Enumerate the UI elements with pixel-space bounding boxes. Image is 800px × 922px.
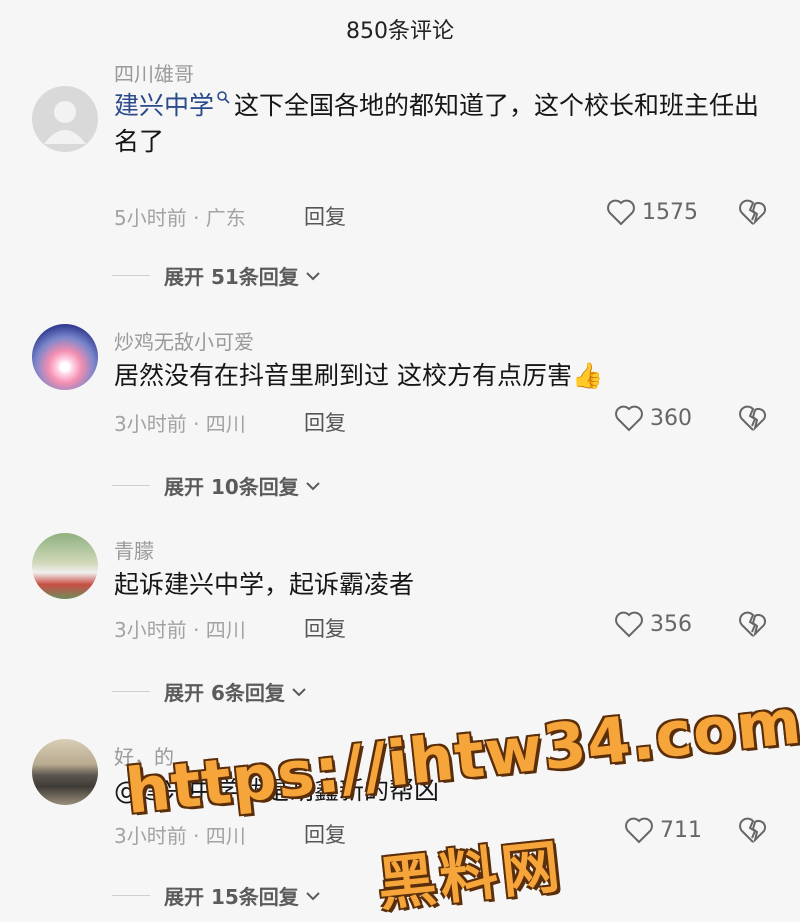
like-count: 360 — [650, 405, 692, 431]
avatar[interactable] — [32, 86, 98, 152]
dislike-button[interactable] — [738, 404, 768, 436]
reply-button[interactable]: 回复 — [304, 407, 346, 437]
like-button[interactable]: 360 — [614, 404, 692, 432]
comment-text: @建兴中学就是胡鑫新的帮凶 — [114, 776, 440, 805]
avatar[interactable] — [32, 533, 98, 599]
avatar[interactable] — [32, 324, 98, 390]
reply-button[interactable]: 回复 — [304, 819, 346, 849]
expand-replies-button[interactable]: 展开 10条回复 — [112, 471, 321, 500]
comment-text: 居然没有在抖音里刷到过 这校方有点厉害👍 — [114, 361, 604, 390]
reply-button[interactable]: 回复 — [304, 201, 346, 231]
default-avatar-icon — [44, 101, 86, 144]
expand-label: 展开 6条回复 — [164, 681, 285, 705]
comment-time-location: 5小时前 · 广东 — [114, 206, 246, 230]
divider-line — [112, 691, 150, 692]
avatar[interactable] — [32, 739, 98, 805]
divider-line — [112, 275, 150, 276]
heart-icon — [615, 611, 643, 638]
broken-heart-icon — [739, 817, 767, 844]
like-count: 711 — [660, 817, 702, 843]
like-button[interactable]: 356 — [614, 610, 692, 638]
expand-label: 展开 15条回复 — [164, 885, 299, 909]
search-icon — [217, 91, 230, 104]
dislike-button[interactable] — [738, 610, 768, 642]
comment-item: 好，的 @建兴中学就是胡鑫新的帮凶 3小时前 · 四川 回复 711 展开 15… — [0, 711, 800, 920]
username[interactable]: 炒鸡无敌小可爱 — [114, 326, 254, 355]
comment-item: 炒鸡无敌小可爱 居然没有在抖音里刷到过 这校方有点厉害👍 3小时前 · 四川 回… — [0, 296, 800, 504]
dislike-button[interactable] — [738, 198, 768, 230]
expand-replies-button[interactable]: 展开 6条回复 — [112, 677, 307, 706]
broken-heart-icon — [739, 199, 767, 226]
comment-count-title: 850条评论 — [346, 19, 454, 44]
heart-icon — [625, 817, 653, 844]
comment-text: 起诉建兴中学，起诉霸凌者 — [114, 570, 415, 599]
expand-replies-button[interactable]: 展开 15条回复 — [112, 881, 321, 910]
dislike-button[interactable] — [738, 816, 768, 848]
heart-icon — [615, 405, 643, 432]
expand-label: 展开 10条回复 — [164, 475, 299, 499]
chevron-down-icon — [306, 271, 320, 280]
divider-line — [112, 485, 150, 486]
username[interactable]: 好，的 — [114, 741, 174, 770]
broken-heart-icon — [739, 611, 767, 638]
like-count: 356 — [650, 611, 692, 637]
like-button[interactable]: 711 — [624, 816, 702, 844]
username[interactable]: 四川雄哥 — [114, 58, 194, 87]
divider-line — [112, 895, 150, 896]
username[interactable]: 青朦 — [114, 535, 154, 564]
comment-time-location: 3小时前 · 四川 — [114, 824, 246, 848]
topic-link[interactable]: 建兴中学 — [114, 91, 214, 120]
expand-label: 展开 51条回复 — [164, 265, 299, 289]
reply-button[interactable]: 回复 — [304, 613, 346, 643]
broken-heart-icon — [739, 405, 767, 432]
comment-time-location: 3小时前 · 四川 — [114, 412, 246, 436]
like-button[interactable]: 1575 — [606, 198, 698, 226]
comment-text: 建兴中学 这下全国各地的都知道了，这个校长和班主任出名了 — [114, 88, 764, 160]
comment-item: 四川雄哥 建兴中学 这下全国各地的都知道了，这个校长和班主任出名了 5小时前 · … — [0, 58, 800, 289]
comments-header: 850条评论 — [0, 0, 800, 58]
comment-item: 青朦 起诉建兴中学，起诉霸凌者 3小时前 · 四川 回复 356 展开 6条回复 — [0, 505, 800, 713]
heart-icon — [607, 199, 635, 226]
comment-time-location: 3小时前 · 四川 — [114, 618, 246, 642]
chevron-down-icon — [306, 481, 320, 490]
expand-replies-button[interactable]: 展开 51条回复 — [112, 261, 321, 290]
like-count: 1575 — [642, 199, 698, 225]
chevron-down-icon — [306, 891, 320, 900]
chevron-down-icon — [292, 687, 306, 696]
